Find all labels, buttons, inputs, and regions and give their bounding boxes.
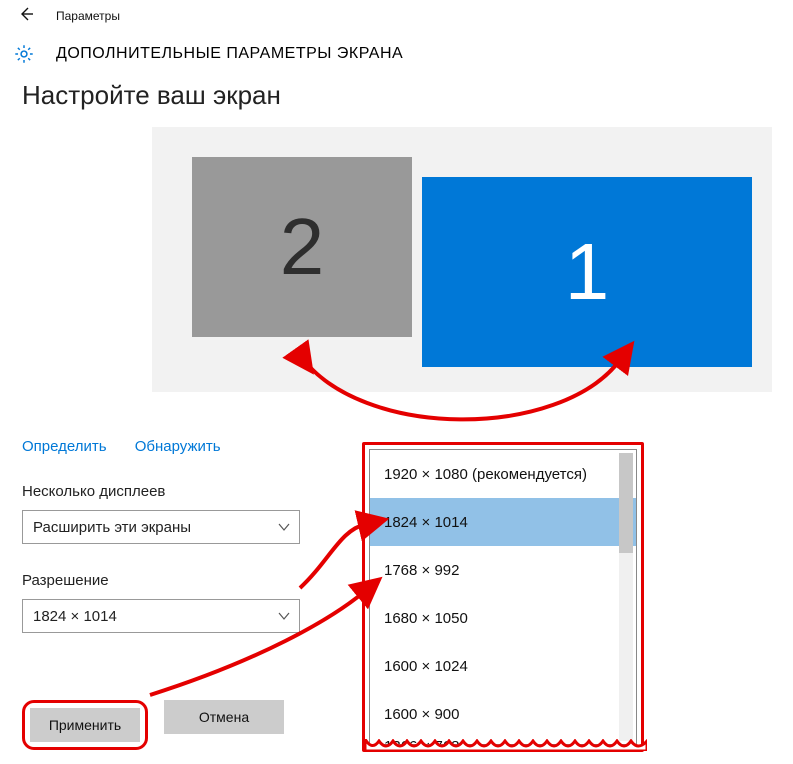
section-title: Настройте ваш экран [22,80,771,111]
back-icon[interactable] [18,6,34,27]
multi-display-value: Расширить эти экраны [33,519,191,536]
titlebar-label: Параметры [56,9,120,23]
resolution-option[interactable]: 1680 × 1050 [370,594,636,642]
monitor-primary[interactable]: 1 [422,177,752,367]
multi-display-combo[interactable]: Расширить эти экраны [22,510,300,544]
torn-edge-decoration [365,739,647,751]
resolution-option[interactable]: 1600 × 1024 [370,642,636,690]
resolution-options-list[interactable]: 1920 × 1080 (рекомендуется) 1824 × 1014 … [369,449,637,745]
gear-icon [12,42,36,66]
chevron-down-icon [277,520,291,534]
resolution-option[interactable]: 1600 × 900 [370,690,636,738]
chevron-down-icon [277,609,291,623]
page-title: ДОПОЛНИТЕЛЬНЫЕ ПАРАМЕТРЫ ЭКРАНА [56,45,403,63]
monitor-secondary-label: 2 [280,201,325,293]
resolution-dropdown: 1920 × 1080 (рекомендуется) 1824 × 1014 … [362,442,644,752]
action-buttons: Применить Отмена [22,700,284,750]
apply-button[interactable]: Применить [30,708,140,742]
resolution-option[interactable]: 1768 × 992 [370,546,636,594]
titlebar: Параметры [0,0,793,32]
monitor-secondary[interactable]: 2 [192,157,412,337]
resolution-value: 1824 × 1014 [33,608,117,625]
scrollbar-thumb[interactable] [619,453,633,553]
detect-link[interactable]: Обнаружить [135,438,221,455]
resolution-combo[interactable]: 1824 × 1014 [22,599,300,633]
resolution-option[interactable]: 1920 × 1080 (рекомендуется) [370,450,636,498]
cancel-button[interactable]: Отмена [164,700,284,734]
monitor-primary-label: 1 [565,226,610,318]
page-header: ДОПОЛНИТЕЛЬНЫЕ ПАРАМЕТРЫ ЭКРАНА [0,32,793,74]
identify-link[interactable]: Определить [22,438,107,455]
resolution-option-selected[interactable]: 1824 × 1014 [370,498,636,546]
scrollbar-track[interactable] [619,453,633,741]
apply-button-highlight: Применить [22,700,148,750]
display-arrangement-area[interactable]: 2 1 [152,127,772,392]
